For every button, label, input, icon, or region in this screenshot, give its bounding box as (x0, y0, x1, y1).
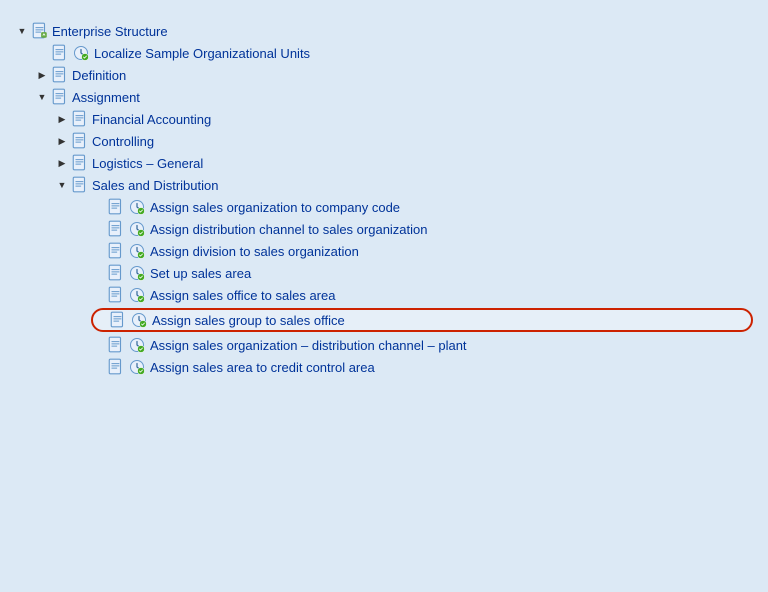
doc-icon-financial (71, 110, 89, 128)
localize-label: Localize Sample Organizational Units (94, 46, 310, 61)
doc-icon-assign-dist-channel (107, 220, 125, 238)
enterprise-structure-label: Enterprise Structure (52, 24, 168, 39)
logistics-label: Logistics – General (92, 156, 203, 171)
assignment-children: ▶ Financial Accounting ▶ (15, 108, 753, 378)
controlling-row[interactable]: ▶ Controlling (55, 130, 753, 152)
toggle-sales[interactable]: ▼ (55, 178, 69, 192)
assign-sales-area-credit-row[interactable]: Assign sales area to credit control area (91, 356, 753, 378)
financial-accounting-label: Financial Accounting (92, 112, 211, 127)
clock-icon-assign-sales-org (128, 198, 146, 216)
doc-icon-controlling (71, 132, 89, 150)
doc-icon-assign-division (107, 242, 125, 260)
clock-icon-assign-sales-area-credit (128, 358, 146, 376)
sales-distribution-row[interactable]: ▼ Sales and Distribution (55, 174, 753, 196)
assign-sales-group-row[interactable]: Assign sales group to sales office (91, 308, 753, 332)
localize-row[interactable]: Localize Sample Organizational Units (15, 42, 753, 64)
assign-sales-org-label: Assign sales organization to company cod… (150, 200, 400, 215)
sales-distribution-children: Assign sales organization to company cod… (55, 196, 753, 378)
doc-icon-logistics (71, 154, 89, 172)
assign-dist-channel-row[interactable]: Assign distribution channel to sales org… (91, 218, 753, 240)
assign-division-label: Assign division to sales organization (150, 244, 359, 259)
toggle-definition[interactable]: ▶ (35, 68, 49, 82)
toggle-assignment[interactable]: ▼ (35, 90, 49, 104)
doc-icon-assign-sales-org (107, 198, 125, 216)
assign-sales-org-row[interactable]: Assign sales organization to company cod… (91, 196, 753, 218)
controlling-label: Controlling (92, 134, 154, 149)
doc-icon-localize (51, 44, 69, 62)
assign-sales-org-dist-row[interactable]: Assign sales organization – distribution… (91, 334, 753, 356)
doc-icon-setup-sales-area (107, 264, 125, 282)
clock-icon-assign-sales-office (128, 286, 146, 304)
enterprise-structure-row[interactable]: ▼ Enterprise Structure (15, 20, 753, 42)
assign-sales-office-label: Assign sales office to sales area (150, 288, 335, 303)
setup-sales-area-label: Set up sales area (150, 266, 251, 281)
doc-icon-assign-sales-org-dist (107, 336, 125, 354)
sales-distribution-label: Sales and Distribution (92, 178, 218, 193)
assign-sales-office-row[interactable]: Assign sales office to sales area (91, 284, 753, 306)
setup-sales-area-row[interactable]: Set up sales area (91, 262, 753, 284)
logistics-row[interactable]: ▶ Logistics – General (55, 152, 753, 174)
toggle-logistics[interactable]: ▶ (55, 156, 69, 170)
doc-icon-sales (71, 176, 89, 194)
assign-sales-org-dist-label: Assign sales organization – distribution… (150, 338, 467, 353)
assign-sales-group-label: Assign sales group to sales office (152, 313, 345, 328)
tree-container: ▼ Enterprise Structure (0, 10, 768, 388)
definition-label: Definition (72, 68, 126, 83)
clock-icon-localize (72, 44, 90, 62)
assignment-row[interactable]: ▼ Assignment (15, 86, 753, 108)
clock-icon-assign-sales-org-dist (128, 336, 146, 354)
assign-dist-channel-label: Assign distribution channel to sales org… (150, 222, 428, 237)
definition-row[interactable]: ▶ Definition (15, 64, 753, 86)
clock-icon-assign-sales-group (130, 311, 148, 329)
doc-icon-assign-sales-area-credit (107, 358, 125, 376)
toggle-financial[interactable]: ▶ (55, 112, 69, 126)
doc-icon-assign-sales-group (109, 311, 127, 329)
root-node: ▼ Enterprise Structure (15, 20, 753, 378)
doc-icon-root (31, 22, 49, 40)
toggle-controlling[interactable]: ▶ (55, 134, 69, 148)
doc-icon-definition (51, 66, 69, 84)
clock-icon-setup-sales-area (128, 264, 146, 282)
clock-icon-assign-dist-channel (128, 220, 146, 238)
assignment-label: Assignment (72, 90, 140, 105)
clock-icon-assign-division (128, 242, 146, 260)
root-children: Localize Sample Organizational Units ▶ D… (15, 42, 753, 378)
doc-icon-assign-sales-office (107, 286, 125, 304)
doc-icon-assignment (51, 88, 69, 106)
toggle-root[interactable]: ▼ (15, 24, 29, 38)
assign-sales-area-credit-label: Assign sales area to credit control area (150, 360, 375, 375)
financial-accounting-row[interactable]: ▶ Financial Accounting (55, 108, 753, 130)
assign-division-row[interactable]: Assign division to sales organization (91, 240, 753, 262)
